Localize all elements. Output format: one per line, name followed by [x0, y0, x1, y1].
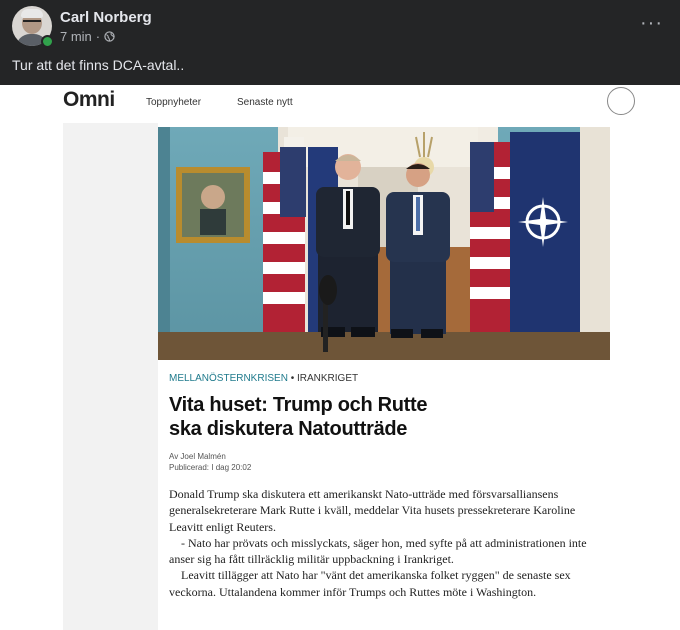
online-status-icon — [41, 35, 54, 48]
article-photo — [158, 127, 610, 360]
byline-published: Publicerad: I dag 20:02 — [169, 463, 252, 472]
meta-separator: · — [95, 29, 101, 44]
headline-line-1: Vita huset: Trump och Rutte — [169, 394, 428, 416]
search-icon[interactable] — [607, 87, 635, 115]
byline-author[interactable]: Av Joel Malmén — [169, 451, 251, 462]
headline-line-2: ska diskutera Natoutträde — [169, 418, 408, 440]
globe-icon[interactable] — [104, 31, 115, 42]
post-author[interactable]: Carl Norberg — [60, 9, 152, 26]
post-header: Carl Norberg 7 min · ··· Tur att det fin… — [0, 0, 680, 85]
shared-screenshot[interactable]: Omni Toppnyheter Senaste nytt MELLANÖSTE… — [0, 85, 680, 630]
nav-toppnyheter[interactable]: Toppnyheter — [146, 97, 201, 108]
post-meta: 7 min · — [60, 29, 115, 44]
post-text: Tur att det finns DCA-avtal.. — [12, 57, 185, 73]
body-paragraph: - Nato har prövats och misslyckats, säge… — [169, 535, 587, 567]
omni-logo[interactable]: Omni — [63, 88, 115, 112]
section-tag[interactable]: MELLANÖSTERNKRISEN • IRANKRIGET — [169, 373, 358, 384]
left-gutter — [63, 123, 158, 630]
body-paragraph: Leavitt tillägger att Nato har "vänt det… — [169, 568, 571, 599]
body-paragraph: Donald Trump ska diskutera ett amerikans… — [169, 487, 576, 534]
article-body: Donald Trump ska diskutera ett amerikans… — [169, 486, 607, 600]
post-time[interactable]: 7 min — [60, 29, 92, 44]
section-separator: • — [287, 373, 297, 384]
section-topic[interactable]: IRANKRIGET — [297, 373, 358, 384]
article-headline: Vita huset: Trump och Rutte ska diskuter… — [169, 393, 599, 441]
omni-header: Omni Toppnyheter Senaste nytt — [0, 85, 680, 123]
section-kicker[interactable]: MELLANÖSTERNKRISEN — [169, 373, 288, 384]
nav-senaste-nytt[interactable]: Senaste nytt — [237, 97, 293, 108]
more-options-icon[interactable]: ··· — [640, 12, 663, 35]
byline: Av Joel Malmén Publicerad: I dag 20:02 — [169, 451, 251, 473]
article-card: MELLANÖSTERNKRISEN • IRANKRIGET Vita hus… — [158, 127, 610, 630]
